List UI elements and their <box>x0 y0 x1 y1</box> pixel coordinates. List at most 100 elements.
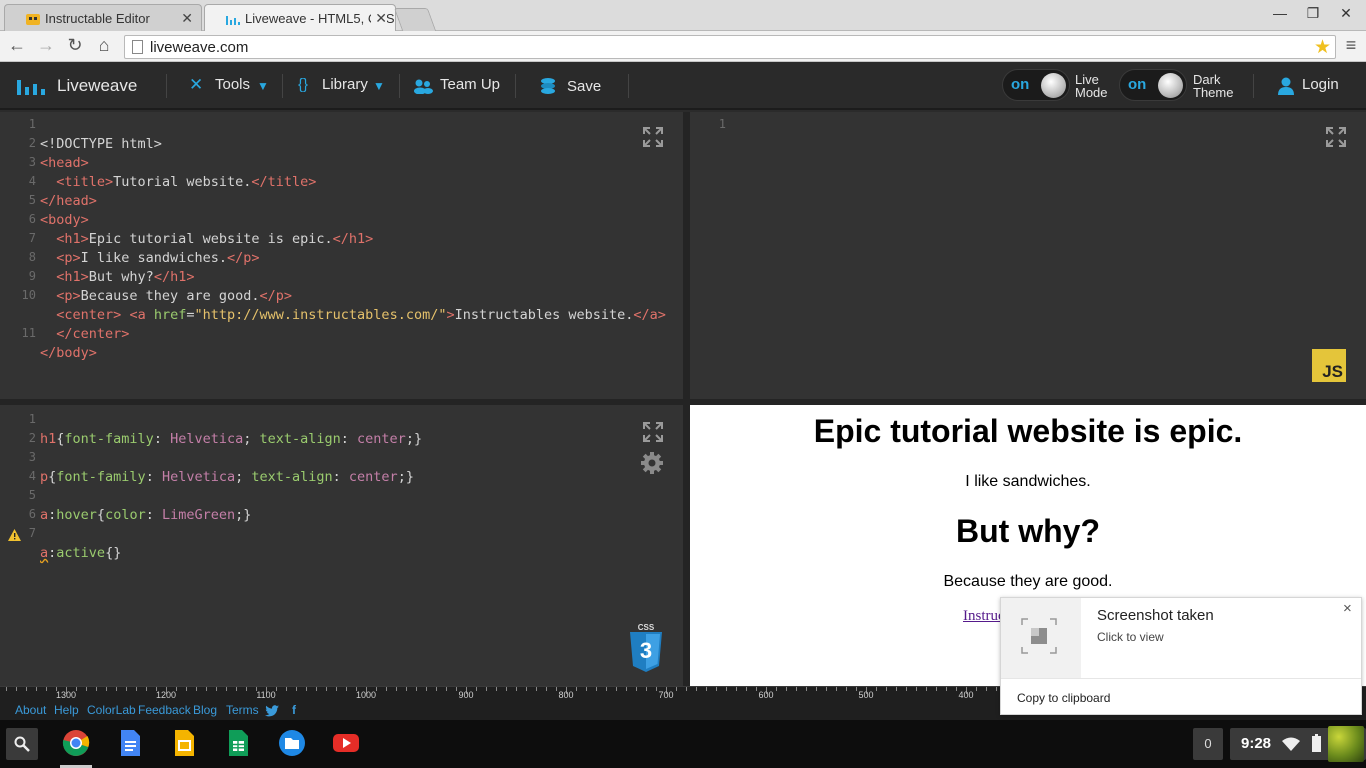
css-code: h1{font-family: Helvetica; text-align: c… <box>40 431 423 561</box>
home-icon[interactable]: ⌂ <box>93 35 115 56</box>
dark-theme-toggle[interactable]: on <box>1119 69 1187 101</box>
js-editor[interactable]: 1 JS <box>690 112 1366 399</box>
live-mode-toggle[interactable]: on <box>1002 69 1070 101</box>
line-number: 5 <box>28 488 36 502</box>
address-bar[interactable]: liveweave.com ★ <box>124 35 1336 59</box>
window-close-icon[interactable]: ✕ <box>1336 5 1356 22</box>
ruler-label: 1200 <box>155 690 177 700</box>
ruler-tick <box>726 687 727 691</box>
ruler-tick <box>856 687 857 691</box>
divider <box>628 74 629 98</box>
tab-close-icon[interactable]: ✕ <box>181 10 193 27</box>
preview-heading-2: But why? <box>956 513 1100 549</box>
new-tab-button[interactable] <box>393 8 437 31</box>
restore-icon[interactable]: ❐ <box>1303 5 1323 22</box>
ruler-tick <box>216 687 217 691</box>
css3-badge: CSS 3 <box>629 624 663 672</box>
library-menu[interactable]: Library <box>322 76 368 93</box>
ruler-tick <box>916 687 917 691</box>
ruler-tick <box>316 687 317 691</box>
login-button[interactable]: Login <box>1302 76 1339 93</box>
liveweave-toolbar: Liveweave ✕ Tools ▼ {} Library ▼ Team Up… <box>0 62 1366 110</box>
footer-link-blog[interactable]: Blog <box>193 703 217 717</box>
ruler-tick <box>826 687 827 691</box>
ruler-tick <box>446 687 447 691</box>
save-button[interactable]: Save <box>567 78 601 95</box>
footer-link-colorlab[interactable]: ColorLab <box>87 703 136 717</box>
browser-tab-strip: Instructable Editor ✕ Liveweave - HTML5,… <box>0 0 1366 31</box>
chevron-down-icon: ▼ <box>257 79 269 93</box>
twitter-icon[interactable] <box>265 705 279 717</box>
screenshot-notification[interactable]: Screenshot taken Click to view × Copy to… <box>1000 597 1362 715</box>
files-icon[interactable] <box>278 729 306 757</box>
tools-menu[interactable]: Tools <box>215 76 250 93</box>
copy-to-clipboard-button[interactable]: Copy to clipboard <box>1017 691 1110 705</box>
bookmark-star-icon[interactable]: ★ <box>1314 36 1331 59</box>
vertical-splitter[interactable] <box>683 112 690 686</box>
ruler-tick <box>196 687 197 691</box>
footer-link-help[interactable]: Help <box>54 703 79 717</box>
sheets-icon[interactable] <box>224 729 252 757</box>
ruler-tick <box>26 687 27 691</box>
ruler-tick <box>306 687 307 691</box>
user-icon <box>1278 77 1294 95</box>
ruler-tick <box>596 687 597 691</box>
youtube-icon[interactable] <box>332 729 360 757</box>
ruler-tick <box>556 687 557 691</box>
ruler-tick <box>286 687 287 691</box>
facebook-icon[interactable]: f <box>292 703 296 717</box>
ruler-tick <box>426 687 427 691</box>
ruler-tick <box>636 687 637 691</box>
tab-liveweave[interactable]: Liveweave - HTML5, CSS ✕ <box>204 4 396 31</box>
reload-icon[interactable]: ↻ <box>64 35 86 56</box>
divider <box>1001 678 1361 679</box>
gear-icon[interactable] <box>640 451 664 475</box>
line-number: 3 <box>28 450 36 464</box>
notification-counter[interactable]: 0 <box>1193 728 1223 760</box>
footer-link-feedback[interactable]: Feedback <box>138 703 191 717</box>
footer-link-about[interactable]: About <box>15 703 46 717</box>
menu-icon[interactable]: ≡ <box>1340 35 1362 56</box>
system-tray[interactable]: 9:28 <box>1230 726 1366 762</box>
divider <box>1253 74 1254 98</box>
docs-icon[interactable] <box>116 729 144 757</box>
css-editor[interactable]: 1234567 h1{font-family: Helvetica; text-… <box>0 405 683 686</box>
tab-instructable-editor[interactable]: Instructable Editor ✕ <box>4 4 202 31</box>
tab-close-icon[interactable]: ✕ <box>371 10 387 27</box>
ruler-tick <box>616 687 617 691</box>
forward-arrow-icon[interactable]: → <box>35 35 57 56</box>
preview-paragraph-1: I like sandwiches. <box>965 473 1091 490</box>
toggle-state: on <box>1011 76 1030 93</box>
expand-icon[interactable] <box>1326 127 1346 147</box>
team-icon <box>414 79 433 94</box>
app-title[interactable]: Liveweave <box>57 76 137 96</box>
ruler-tick <box>476 687 477 691</box>
ruler-tick <box>956 687 957 691</box>
preview-link[interactable]: Instruc <box>963 608 1005 625</box>
line-number: 6 <box>28 212 36 226</box>
ruler-tick <box>886 687 887 691</box>
ruler-tick <box>796 687 797 691</box>
expand-icon[interactable] <box>643 422 663 442</box>
ruler-tick <box>586 687 587 691</box>
ruler-tick <box>76 687 77 691</box>
ruler-label: 800 <box>558 690 574 700</box>
ruler-tick <box>686 687 687 691</box>
chrome-icon[interactable] <box>62 729 90 757</box>
html-editor[interactable]: 1 2 3 4 5 6 7 8 9 10 11 <!DOCTYPE html> <head> <ti… <box>0 112 683 399</box>
ruler-tick <box>786 687 787 691</box>
line-number: 2 <box>28 431 36 445</box>
toggle-knob <box>1041 73 1066 98</box>
team-up-button[interactable]: Team Up <box>440 76 500 93</box>
notification-close-icon[interactable]: × <box>1343 600 1352 617</box>
minimize-icon[interactable]: — <box>1270 5 1290 21</box>
footer-link-terms[interactable]: Terms <box>226 703 259 717</box>
slides-icon[interactable] <box>170 729 198 757</box>
back-arrow-icon[interactable]: ← <box>6 35 28 56</box>
ruler-tick <box>496 687 497 691</box>
notification-thumbnail <box>1001 598 1081 678</box>
ruler-tick <box>706 687 707 691</box>
expand-icon[interactable] <box>643 127 663 147</box>
divider <box>282 74 283 98</box>
launcher-button[interactable] <box>6 728 38 760</box>
